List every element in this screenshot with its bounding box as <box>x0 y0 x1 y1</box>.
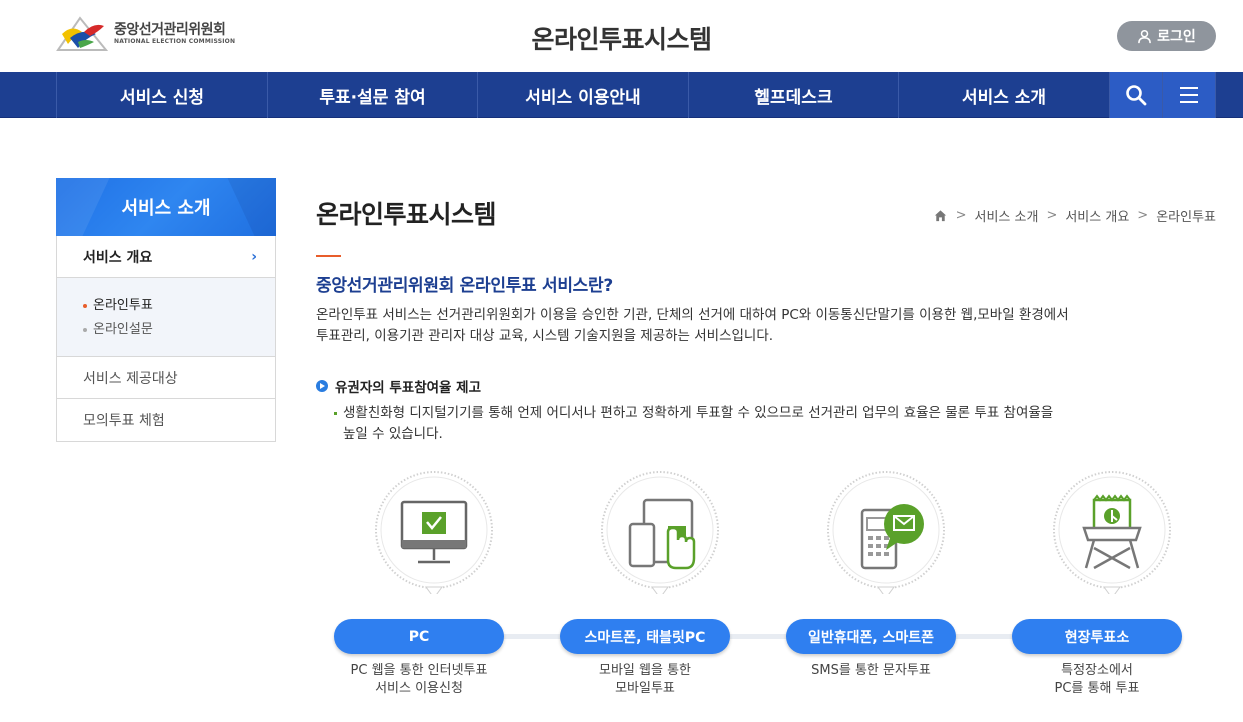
service-onsite: 현장투표소 특정장소에서 PC를 통해 투표 <box>1012 470 1212 705</box>
bullet-dot <box>83 328 87 332</box>
header: 중앙선거관리위원회 NATIONAL ELECTION COMMISSION 온… <box>0 0 1243 72</box>
breadcrumb: > 서비스 소개 > 서비스 개요 > 온라인투표 <box>933 206 1216 225</box>
menu-button[interactable] <box>1163 72 1216 118</box>
service-caption-line: 서비스 이용신청 <box>375 681 463 696</box>
breadcrumb-item[interactable]: 서비스 개요 <box>1065 206 1129 225</box>
side-nav-submenu: 온라인투표 온라인설문 <box>57 278 275 357</box>
service-caption: 모바일 웹을 통한 모바일투표 <box>545 662 745 698</box>
side-nav-title: 서비스 소개 <box>56 178 276 236</box>
description-line: 온라인투표 서비스는 선거관리위원회가 이용을 승인한 기관, 단체의 선거에 … <box>316 307 1069 323</box>
breadcrumb-separator: > <box>1137 208 1149 223</box>
search-icon <box>1126 85 1147 106</box>
bullet-description-line: 높일 수 있습니다. <box>343 426 443 442</box>
service-pc: PC PC 웹을 통한 인터넷투표 서비스 이용신청 <box>334 470 534 705</box>
hamburger-icon <box>1180 87 1198 103</box>
service-label-sms: 일반휴대폰, 스마트폰 <box>786 619 956 654</box>
bullet-description: 생활친화형 디지털기기를 통해 언제 어디서나 편하고 정확하게 투표할 수 있… <box>334 403 1164 445</box>
service-caption-line: PC 웹을 통한 인터넷투표 <box>350 663 488 678</box>
description: 온라인투표 서비스는 선거관리위원회가 이용을 승인한 기관, 단체의 선거에 … <box>316 305 1186 347</box>
side-nav-sub-online-survey[interactable]: 온라인설문 <box>83 318 275 342</box>
user-icon <box>1138 29 1152 43</box>
bullet-heading: 유권자의 투표참여율 제고 <box>316 376 481 396</box>
service-mobile: 스마트폰, 태블릿PC 모바일 웹을 통한 모바일투표 <box>560 470 760 705</box>
service-caption: 특정장소에서 PC를 통해 투표 <box>997 662 1197 698</box>
touch-device-icon <box>601 471 719 594</box>
service-caption-line: SMS를 통한 문자투표 <box>811 663 931 678</box>
login-label: 로그인 <box>1157 29 1196 45</box>
side-nav-sub-label: 온라인설문 <box>93 322 153 337</box>
monitor-check-icon <box>375 471 493 594</box>
nav-service-intro[interactable]: 서비스 소개 <box>899 72 1110 118</box>
home-icon[interactable] <box>933 208 948 223</box>
main-nav: 서비스 신청 투표·설문 참여 서비스 이용안내 헬프데스크 서비스 소개 <box>0 72 1243 118</box>
service-caption-line: PC를 통해 투표 <box>1054 681 1140 696</box>
service-caption-line: 모바일투표 <box>615 681 675 696</box>
service-caption-line: 특정장소에서 <box>1061 663 1133 678</box>
service-caption: PC 웹을 통한 인터넷투표 서비스 이용신청 <box>319 662 519 698</box>
title-accent-bar <box>316 255 341 257</box>
play-bullet-icon <box>316 380 328 392</box>
chevron-right-icon: › <box>251 248 257 265</box>
site-title: 온라인투표시스템 <box>531 25 712 54</box>
bullet-dot <box>83 304 87 308</box>
login-button[interactable]: 로그인 <box>1117 21 1216 51</box>
breadcrumb-separator: > <box>955 208 967 223</box>
side-nav-item-mock-vote[interactable]: 모의투표 체험 <box>57 399 275 441</box>
nav-service-guide[interactable]: 서비스 이용안내 <box>478 72 689 118</box>
breadcrumb-separator: > <box>1046 208 1058 223</box>
page-title: 온라인투표시스템 <box>316 200 497 229</box>
nav-helpdesk[interactable]: 헬프데스크 <box>689 72 899 118</box>
breadcrumb-item[interactable]: 서비스 소개 <box>975 206 1039 225</box>
service-caption-line: 모바일 웹을 통한 <box>599 663 691 678</box>
service-label-mobile: 스마트폰, 태블릿PC <box>560 619 730 654</box>
service-caption: SMS를 통한 문자투표 <box>771 662 971 680</box>
nav-vote-survey[interactable]: 투표·설문 참여 <box>268 72 478 118</box>
side-nav-sub-online-vote[interactable]: 온라인투표 <box>83 294 275 318</box>
service-label-onsite: 현장투표소 <box>1012 619 1182 654</box>
breadcrumb-item-current: 온라인투표 <box>1156 210 1216 225</box>
nav-service-apply[interactable]: 서비스 신청 <box>57 72 268 118</box>
side-nav: 서비스 소개 서비스 개요 › 온라인투표 온라인설문 서비스 제공대상 모의투… <box>56 178 276 442</box>
service-sms: 일반휴대폰, 스마트폰 SMS를 통한 문자투표 <box>786 470 986 705</box>
section-title: 중앙선거관리위원회 온라인투표 서비스란? <box>316 276 613 296</box>
side-nav-sub-label: 온라인투표 <box>93 298 153 313</box>
side-nav-item-service-overview[interactable]: 서비스 개요 › <box>57 236 275 278</box>
phone-message-icon <box>827 471 945 594</box>
voting-booth-icon <box>1053 471 1171 594</box>
search-button[interactable] <box>1110 72 1163 118</box>
bullet-description-line: 생활친화형 디지털기기를 통해 언제 어디서나 편하고 정확하게 투표할 수 있… <box>343 405 1054 421</box>
service-label-pc: PC <box>334 619 504 654</box>
description-line: 투표관리, 이용기관 관리자 대상 교육, 시스템 기술지원을 제공하는 서비스… <box>316 328 774 344</box>
side-nav-item-target[interactable]: 서비스 제공대상 <box>57 357 275 399</box>
side-nav-item-label: 서비스 개요 <box>83 249 153 266</box>
bullet-heading-text: 유권자의 투표참여율 제고 <box>335 380 482 396</box>
